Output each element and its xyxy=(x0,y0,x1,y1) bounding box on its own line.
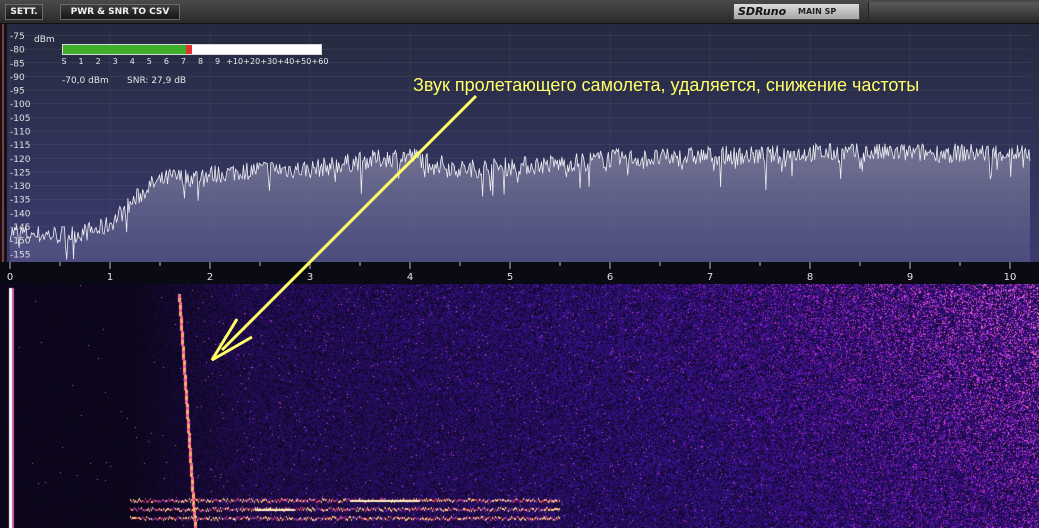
s-meter-tick: 4 xyxy=(129,57,135,66)
frequency-axis-band xyxy=(0,262,1039,284)
y-tick-label: -150 xyxy=(10,237,31,247)
s-meter-bar xyxy=(62,44,322,55)
s-meter-tick: 7 xyxy=(180,57,186,66)
s-meter-tick: +10 xyxy=(226,57,244,66)
y-tick-label: -125 xyxy=(10,168,30,178)
y-tick-label: -155 xyxy=(10,250,30,260)
settings-button[interactable]: SETT. xyxy=(5,4,43,20)
x-tick-label: 5 xyxy=(507,272,513,283)
x-tick-label: 3 xyxy=(307,272,313,283)
y-tick-label: -120 xyxy=(10,155,31,165)
y-tick-label: -90 xyxy=(10,73,25,83)
s-meter-tick: +40 xyxy=(277,57,295,66)
x-tick-label: 2 xyxy=(207,272,213,283)
x-tick-label: 9 xyxy=(907,272,913,283)
y-tick-label: -145 xyxy=(10,223,30,233)
s-meter-tick: +20 xyxy=(243,57,261,66)
y-tick-label: -95 xyxy=(10,87,25,97)
y-tick-label: -80 xyxy=(10,46,25,56)
y-tick-label: -85 xyxy=(10,59,25,69)
s-meter-tick: 9 xyxy=(215,57,221,66)
s-meter-tick: 6 xyxy=(163,57,169,66)
snr-readout: SNR: 27,9 dB xyxy=(127,76,187,86)
s-meter-tick: 3 xyxy=(112,57,118,66)
x-tick-label: 6 xyxy=(607,272,613,283)
waterfall-display[interactable] xyxy=(0,284,1039,528)
pwr-snr-to-csv-button[interactable]: PWR & SNR TO CSV xyxy=(60,4,180,20)
s-meter-tick: +50 xyxy=(294,57,312,66)
sdruno-main-sp-label[interactable]: SDRuno MAIN SP xyxy=(733,3,860,20)
y-tick-label: -115 xyxy=(10,141,30,151)
toolbar-window-controls xyxy=(868,2,1039,21)
s-meter-tick: +30 xyxy=(260,57,278,66)
y-tick-label: -130 xyxy=(10,182,31,192)
toolbar: SETT. PWR & SNR TO CSV SDRuno MAIN SP xyxy=(0,0,1039,24)
y-tick-label: -110 xyxy=(10,127,31,137)
y-tick-label: -135 xyxy=(10,196,30,206)
s-meter-tick: +60 xyxy=(311,57,329,66)
s-meter-tick: 1 xyxy=(78,57,84,66)
x-tick-label: 10 xyxy=(1004,272,1017,283)
s-meter-tick: 5 xyxy=(146,57,152,66)
s-meter-fill xyxy=(63,45,186,54)
s-meter-tick: 8 xyxy=(197,57,204,66)
annotation-label: Звук пролетающего самолета, удаляется, с… xyxy=(413,75,920,95)
x-tick-label: 7 xyxy=(707,272,713,283)
y-tick-label: -105 xyxy=(10,114,30,124)
dbm-unit-label: dBm xyxy=(34,35,55,45)
y-tick-label: -100 xyxy=(10,100,31,110)
signal-level-readout: -70,0 dBm xyxy=(62,76,109,86)
s-meter-tick: S xyxy=(61,57,67,66)
s-meter-peak xyxy=(186,45,192,54)
sdruno-logo: SDRuno xyxy=(738,5,787,18)
x-tick-label: 1 xyxy=(107,272,113,283)
x-tick-label: 4 xyxy=(407,272,413,283)
x-tick-label: 8 xyxy=(807,272,813,283)
y-tick-label: -140 xyxy=(10,209,31,219)
s-meter-tick: 2 xyxy=(95,57,101,66)
x-tick-label: 0 xyxy=(7,272,13,283)
y-tick-label: -75 xyxy=(10,32,25,42)
main-sp-label: MAIN SP xyxy=(798,7,837,16)
